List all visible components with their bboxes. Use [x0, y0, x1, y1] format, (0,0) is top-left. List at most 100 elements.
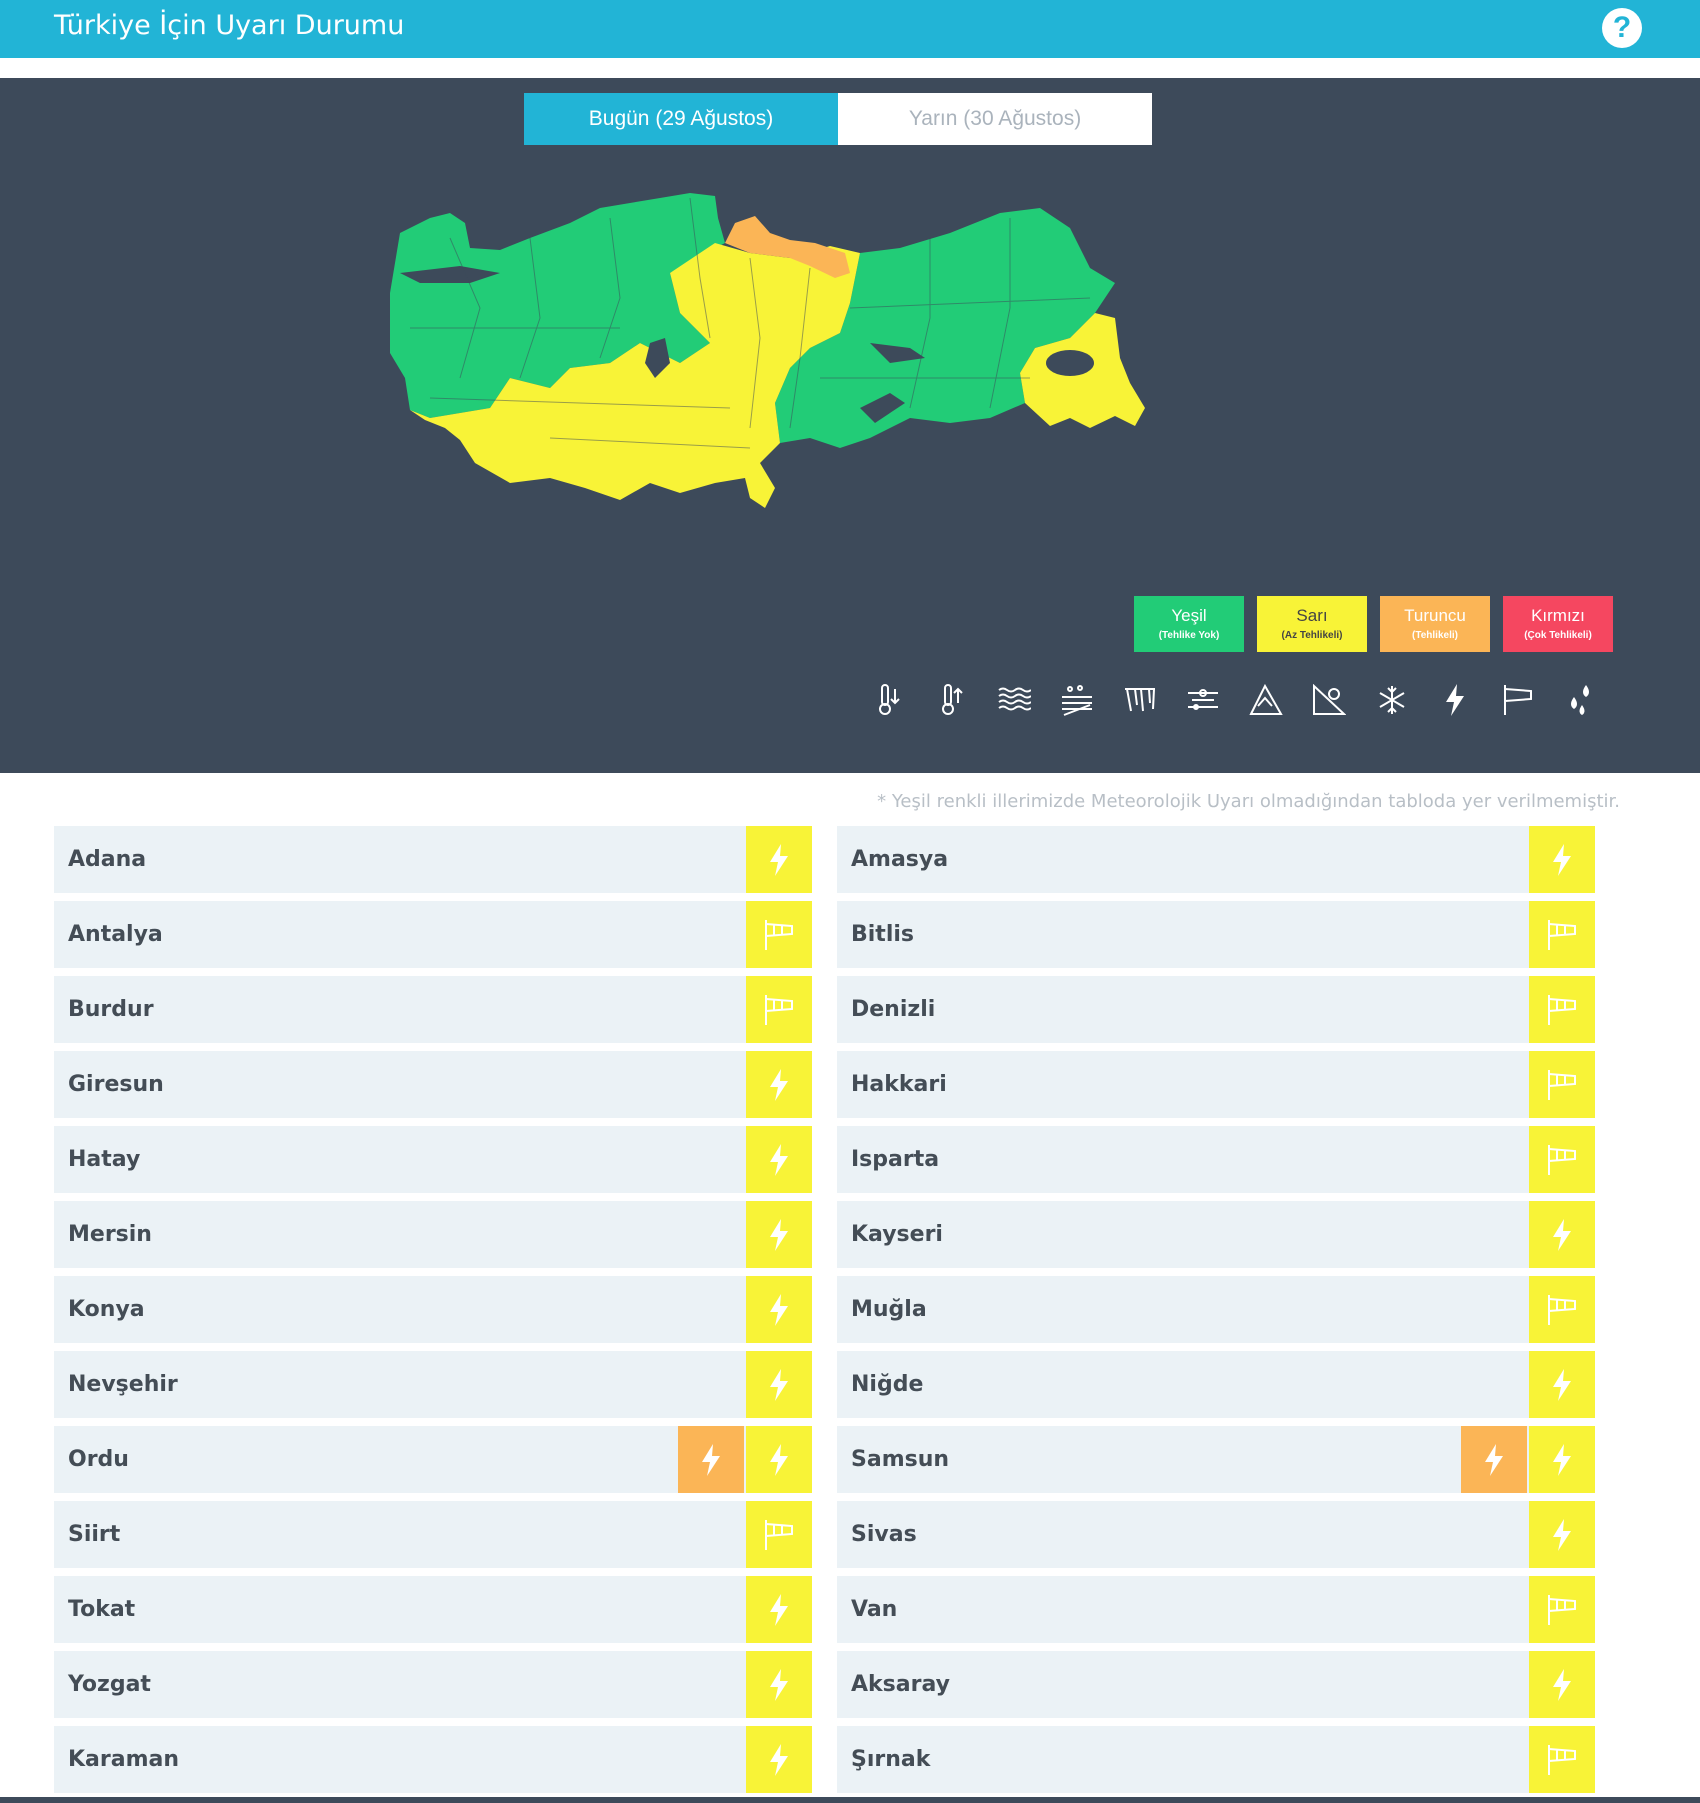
- thunderstorm-icon[interactable]: [746, 826, 812, 893]
- province-name: Burdur: [68, 997, 154, 1022]
- thunderstorm-icon[interactable]: [678, 1426, 744, 1493]
- province-row-şırnak[interactable]: Şırnak: [837, 1726, 1595, 1793]
- heat-icon[interactable]: [929, 678, 973, 722]
- snowmelt-icon[interactable]: [1181, 678, 1225, 722]
- province-row-yozgat[interactable]: Yozgat: [54, 1651, 812, 1718]
- legend-green: Yeşil (Tehlike Yok): [1134, 596, 1244, 652]
- province-row-amasya[interactable]: Amasya: [837, 826, 1595, 893]
- day-tabs: Bugün (29 Ağustos) Yarın (30 Ağustos): [524, 93, 1152, 145]
- thunderstorm-icon[interactable]: [746, 1576, 812, 1643]
- ice-icon[interactable]: [1118, 678, 1162, 722]
- avalanche-icon[interactable]: [1244, 678, 1288, 722]
- wind-icon[interactable]: [746, 976, 812, 1043]
- province-row-ordu[interactable]: Ordu: [54, 1426, 812, 1493]
- province-name: Giresun: [68, 1072, 164, 1097]
- wind-icon[interactable]: [1529, 1576, 1595, 1643]
- thunderstorm-icon[interactable]: [746, 1276, 812, 1343]
- province-name: Niğde: [851, 1372, 924, 1397]
- province-row-kayseri[interactable]: Kayseri: [837, 1201, 1595, 1268]
- map-panel: Bugün (29 Ağustos) Yarın (30 Ağustos) Ye…: [0, 78, 1700, 773]
- province-row-hatay[interactable]: Hatay: [54, 1126, 812, 1193]
- dust-icon[interactable]: [1055, 678, 1099, 722]
- province-row-van[interactable]: Van: [837, 1576, 1595, 1643]
- province-row-hakkari[interactable]: Hakkari: [837, 1051, 1595, 1118]
- thunderstorm-icon[interactable]: [1529, 1201, 1595, 1268]
- thunderstorm-icon[interactable]: [1529, 1501, 1595, 1568]
- tab-today[interactable]: Bugün (29 Ağustos): [524, 93, 838, 145]
- province-name: Yozgat: [68, 1672, 151, 1697]
- cold-icon[interactable]: [866, 678, 910, 722]
- thunderstorm-icon[interactable]: [1529, 826, 1595, 893]
- wind-icon[interactable]: [746, 1501, 812, 1568]
- province-row-mersin[interactable]: Mersin: [54, 1201, 812, 1268]
- thunderstorm-icon[interactable]: [746, 1051, 812, 1118]
- thunderstorm-icon[interactable]: [1529, 1426, 1595, 1493]
- thunderstorm-icon[interactable]: [746, 1351, 812, 1418]
- province-name: Hatay: [68, 1147, 141, 1172]
- snow-icon[interactable]: [1370, 678, 1414, 722]
- province-name: Bitlis: [851, 922, 915, 947]
- province-row-karaman[interactable]: Karaman: [54, 1726, 812, 1793]
- wind-icon[interactable]: [1529, 1126, 1595, 1193]
- wind-icon[interactable]: [1529, 1726, 1595, 1793]
- province-row-antalya[interactable]: Antalya: [54, 901, 812, 968]
- tab-tomorrow[interactable]: Yarın (30 Ağustos): [838, 93, 1152, 145]
- province-row-sivas[interactable]: Sivas: [837, 1501, 1595, 1568]
- thunderstorm-icon[interactable]: [1529, 1351, 1595, 1418]
- thunderstorm-icon[interactable]: [1433, 678, 1477, 722]
- thunderstorm-icon[interactable]: [746, 1126, 812, 1193]
- province-row-samsun[interactable]: Samsun: [837, 1426, 1595, 1493]
- province-name: Adana: [68, 847, 147, 872]
- province-name: Hakkari: [851, 1072, 947, 1097]
- wind-icon[interactable]: [1529, 1051, 1595, 1118]
- landslide-icon[interactable]: [1307, 678, 1351, 722]
- province-row-konya[interactable]: Konya: [54, 1276, 812, 1343]
- province-name: Denizli: [851, 997, 936, 1022]
- wind-icon[interactable]: [746, 901, 812, 968]
- province-row-tokat[interactable]: Tokat: [54, 1576, 812, 1643]
- legend-orange-sub: (Tehlikeli): [1412, 629, 1458, 641]
- legend-yellow-label: Sarı: [1296, 606, 1328, 626]
- province-name: Siirt: [68, 1522, 121, 1547]
- thunderstorm-icon[interactable]: [1529, 1651, 1595, 1718]
- wind-icon[interactable]: [1529, 976, 1595, 1043]
- province-name: Tokat: [68, 1597, 136, 1622]
- province-row-muğla[interactable]: Muğla: [837, 1276, 1595, 1343]
- province-row-giresun[interactable]: Giresun: [54, 1051, 812, 1118]
- help-icon[interactable]: ?: [1602, 8, 1642, 48]
- province-row-denizli[interactable]: Denizli: [837, 976, 1595, 1043]
- thunderstorm-icon[interactable]: [746, 1651, 812, 1718]
- rain-icon[interactable]: [1559, 678, 1603, 722]
- warning-type-filters: [866, 678, 1603, 722]
- province-name: Karaman: [68, 1747, 180, 1772]
- province-name: Mersin: [68, 1222, 152, 1247]
- province-name: Konya: [68, 1297, 145, 1322]
- province-row-aksaray[interactable]: Aksaray: [837, 1651, 1595, 1718]
- wind-icon[interactable]: [1496, 678, 1540, 722]
- province-row-burdur[interactable]: Burdur: [54, 976, 812, 1043]
- thunderstorm-icon[interactable]: [746, 1426, 812, 1493]
- province-row-bitlis[interactable]: Bitlis: [837, 901, 1595, 968]
- turkey-warning-map[interactable]: [370, 178, 1300, 578]
- province-name: Van: [851, 1597, 898, 1622]
- province-row-isparta[interactable]: Isparta: [837, 1126, 1595, 1193]
- province-name: Aksaray: [851, 1672, 950, 1697]
- province-row-niğde[interactable]: Niğde: [837, 1351, 1595, 1418]
- province-row-nevşehir[interactable]: Nevşehir: [54, 1351, 812, 1418]
- thunderstorm-icon[interactable]: [1461, 1426, 1527, 1493]
- province-row-siirt[interactable]: Siirt: [54, 1501, 812, 1568]
- province-name: Kayseri: [851, 1222, 943, 1247]
- wind-icon[interactable]: [1529, 1276, 1595, 1343]
- header-bar: Türkiye İçin Uyarı Durumu ?: [0, 0, 1700, 58]
- province-name: Şırnak: [851, 1747, 931, 1772]
- page-title: Türkiye İçin Uyarı Durumu: [54, 10, 405, 41]
- fog-icon[interactable]: [992, 678, 1036, 722]
- province-row-adana[interactable]: Adana: [54, 826, 812, 893]
- legend-red: Kırmızı (Çok Tehlikeli): [1503, 596, 1613, 652]
- wind-icon[interactable]: [1529, 901, 1595, 968]
- footer-divider: [0, 1797, 1700, 1803]
- thunderstorm-icon[interactable]: [746, 1726, 812, 1793]
- province-list-right: Amasya Bitlis Denizli Hakkari Isparta Kayseri…: [837, 826, 1595, 1801]
- thunderstorm-icon[interactable]: [746, 1201, 812, 1268]
- legend-green-label: Yeşil: [1171, 606, 1207, 626]
